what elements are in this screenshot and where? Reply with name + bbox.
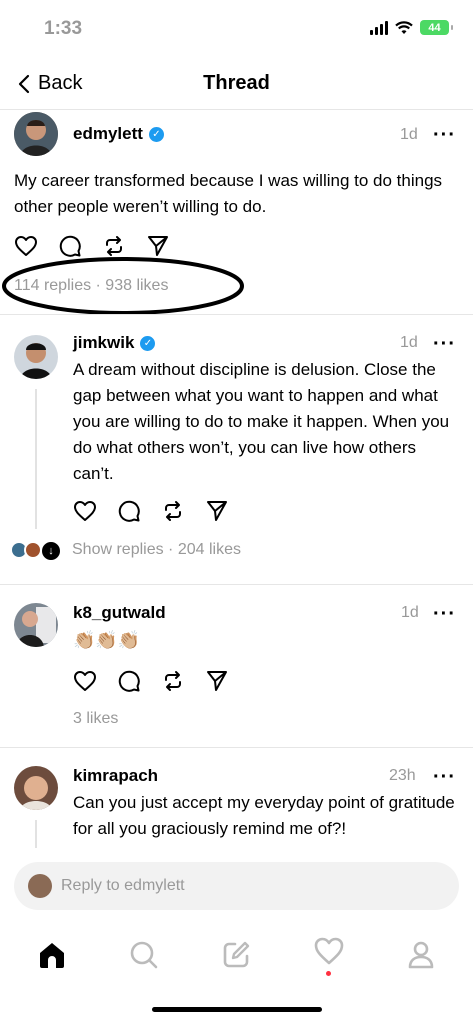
username-text: k8_gutwald	[73, 603, 166, 622]
reply-username[interactable]: k8_gutwald	[73, 603, 166, 623]
heart-icon[interactable]	[73, 499, 97, 523]
reply-time: 1d	[400, 334, 418, 351]
username-text: kimrapach	[73, 766, 159, 785]
repost-icon[interactable]	[161, 499, 185, 523]
share-icon[interactable]	[205, 499, 229, 523]
reply-input[interactable]: Reply to edmylett	[14, 862, 459, 910]
reply-text: A dream without discipline is delusion. …	[73, 360, 450, 483]
reply-text: Can you just accept my everyday point of…	[73, 793, 455, 838]
more-options-icon[interactable]: ···	[433, 334, 456, 354]
post-time: 1d	[400, 126, 418, 143]
reply-username[interactable]: kimrapach	[73, 766, 158, 786]
notification-dot	[326, 971, 332, 976]
reply-time: 23h	[389, 767, 416, 784]
activity-tab[interactable]	[313, 935, 345, 976]
thread-line	[35, 389, 37, 529]
more-options-icon[interactable]: ···	[433, 604, 456, 624]
profile-icon[interactable]	[405, 939, 437, 971]
status-time: 1:33	[44, 18, 83, 39]
heart-icon[interactable]	[73, 669, 97, 693]
comment-icon[interactable]	[117, 669, 141, 693]
status-icons: 44	[370, 20, 453, 35]
more-options-icon[interactable]: ···	[433, 125, 456, 145]
heart-icon	[314, 937, 343, 965]
avatar[interactable]	[14, 112, 58, 156]
reply-stats[interactable]: 3 likes	[73, 710, 118, 728]
post-username[interactable]: edmylett ✓	[73, 124, 164, 144]
battery-level: 44	[428, 21, 441, 34]
wifi-icon	[395, 20, 413, 34]
nav-bar: Back Thread	[0, 60, 473, 110]
page-title: Thread	[203, 72, 270, 94]
reply-username[interactable]: jimkwik ✓	[73, 333, 156, 353]
original-post: edmylett ✓ 1d ··· My career transformed …	[0, 110, 473, 315]
arrow-down-icon: ↓	[40, 540, 62, 562]
home-indicator	[152, 1007, 322, 1012]
signal-icon	[370, 20, 388, 35]
reply-text: 👏🏼👏🏼👏🏼	[73, 630, 141, 650]
reply-placeholder: Reply to edmylett	[61, 877, 185, 894]
reply-post: k8_gutwald 1d ··· 👏🏼👏🏼👏🏼 3 likes	[0, 585, 473, 747]
status-bar: 1:33 44	[0, 0, 473, 60]
tab-bar	[0, 930, 473, 980]
reply-post: kimrapach 23h ··· Can you just accept my…	[0, 748, 473, 848]
verified-badge-icon: ✓	[140, 335, 156, 351]
username-text: edmylett	[73, 124, 143, 143]
battery-icon: 44	[420, 20, 453, 35]
reply-time: 1d	[401, 604, 419, 621]
avatar[interactable]	[14, 335, 58, 379]
replier-avatars[interactable]: ↓	[10, 540, 66, 562]
thread-line	[35, 820, 37, 848]
search-icon[interactable]	[128, 939, 160, 971]
username-text: jimkwik	[73, 333, 135, 352]
highlight-ellipse	[2, 257, 244, 315]
avatar	[28, 874, 52, 898]
reply-stats[interactable]: Show replies · 204 likes	[72, 541, 241, 559]
avatar[interactable]	[14, 766, 58, 810]
repost-icon[interactable]	[161, 669, 185, 693]
post-text: My career transformed because I was will…	[14, 171, 443, 216]
home-icon[interactable]	[36, 939, 68, 971]
share-icon[interactable]	[205, 669, 229, 693]
verified-badge-icon: ✓	[148, 126, 164, 142]
more-options-icon[interactable]: ···	[433, 767, 456, 787]
avatar[interactable]	[14, 603, 58, 647]
comment-icon[interactable]	[117, 499, 141, 523]
reply-post: jimkwik ✓ 1d ··· A dream without discipl…	[0, 315, 473, 585]
reply-actions	[73, 669, 229, 693]
compose-icon[interactable]	[220, 939, 252, 971]
reply-actions	[73, 499, 229, 523]
